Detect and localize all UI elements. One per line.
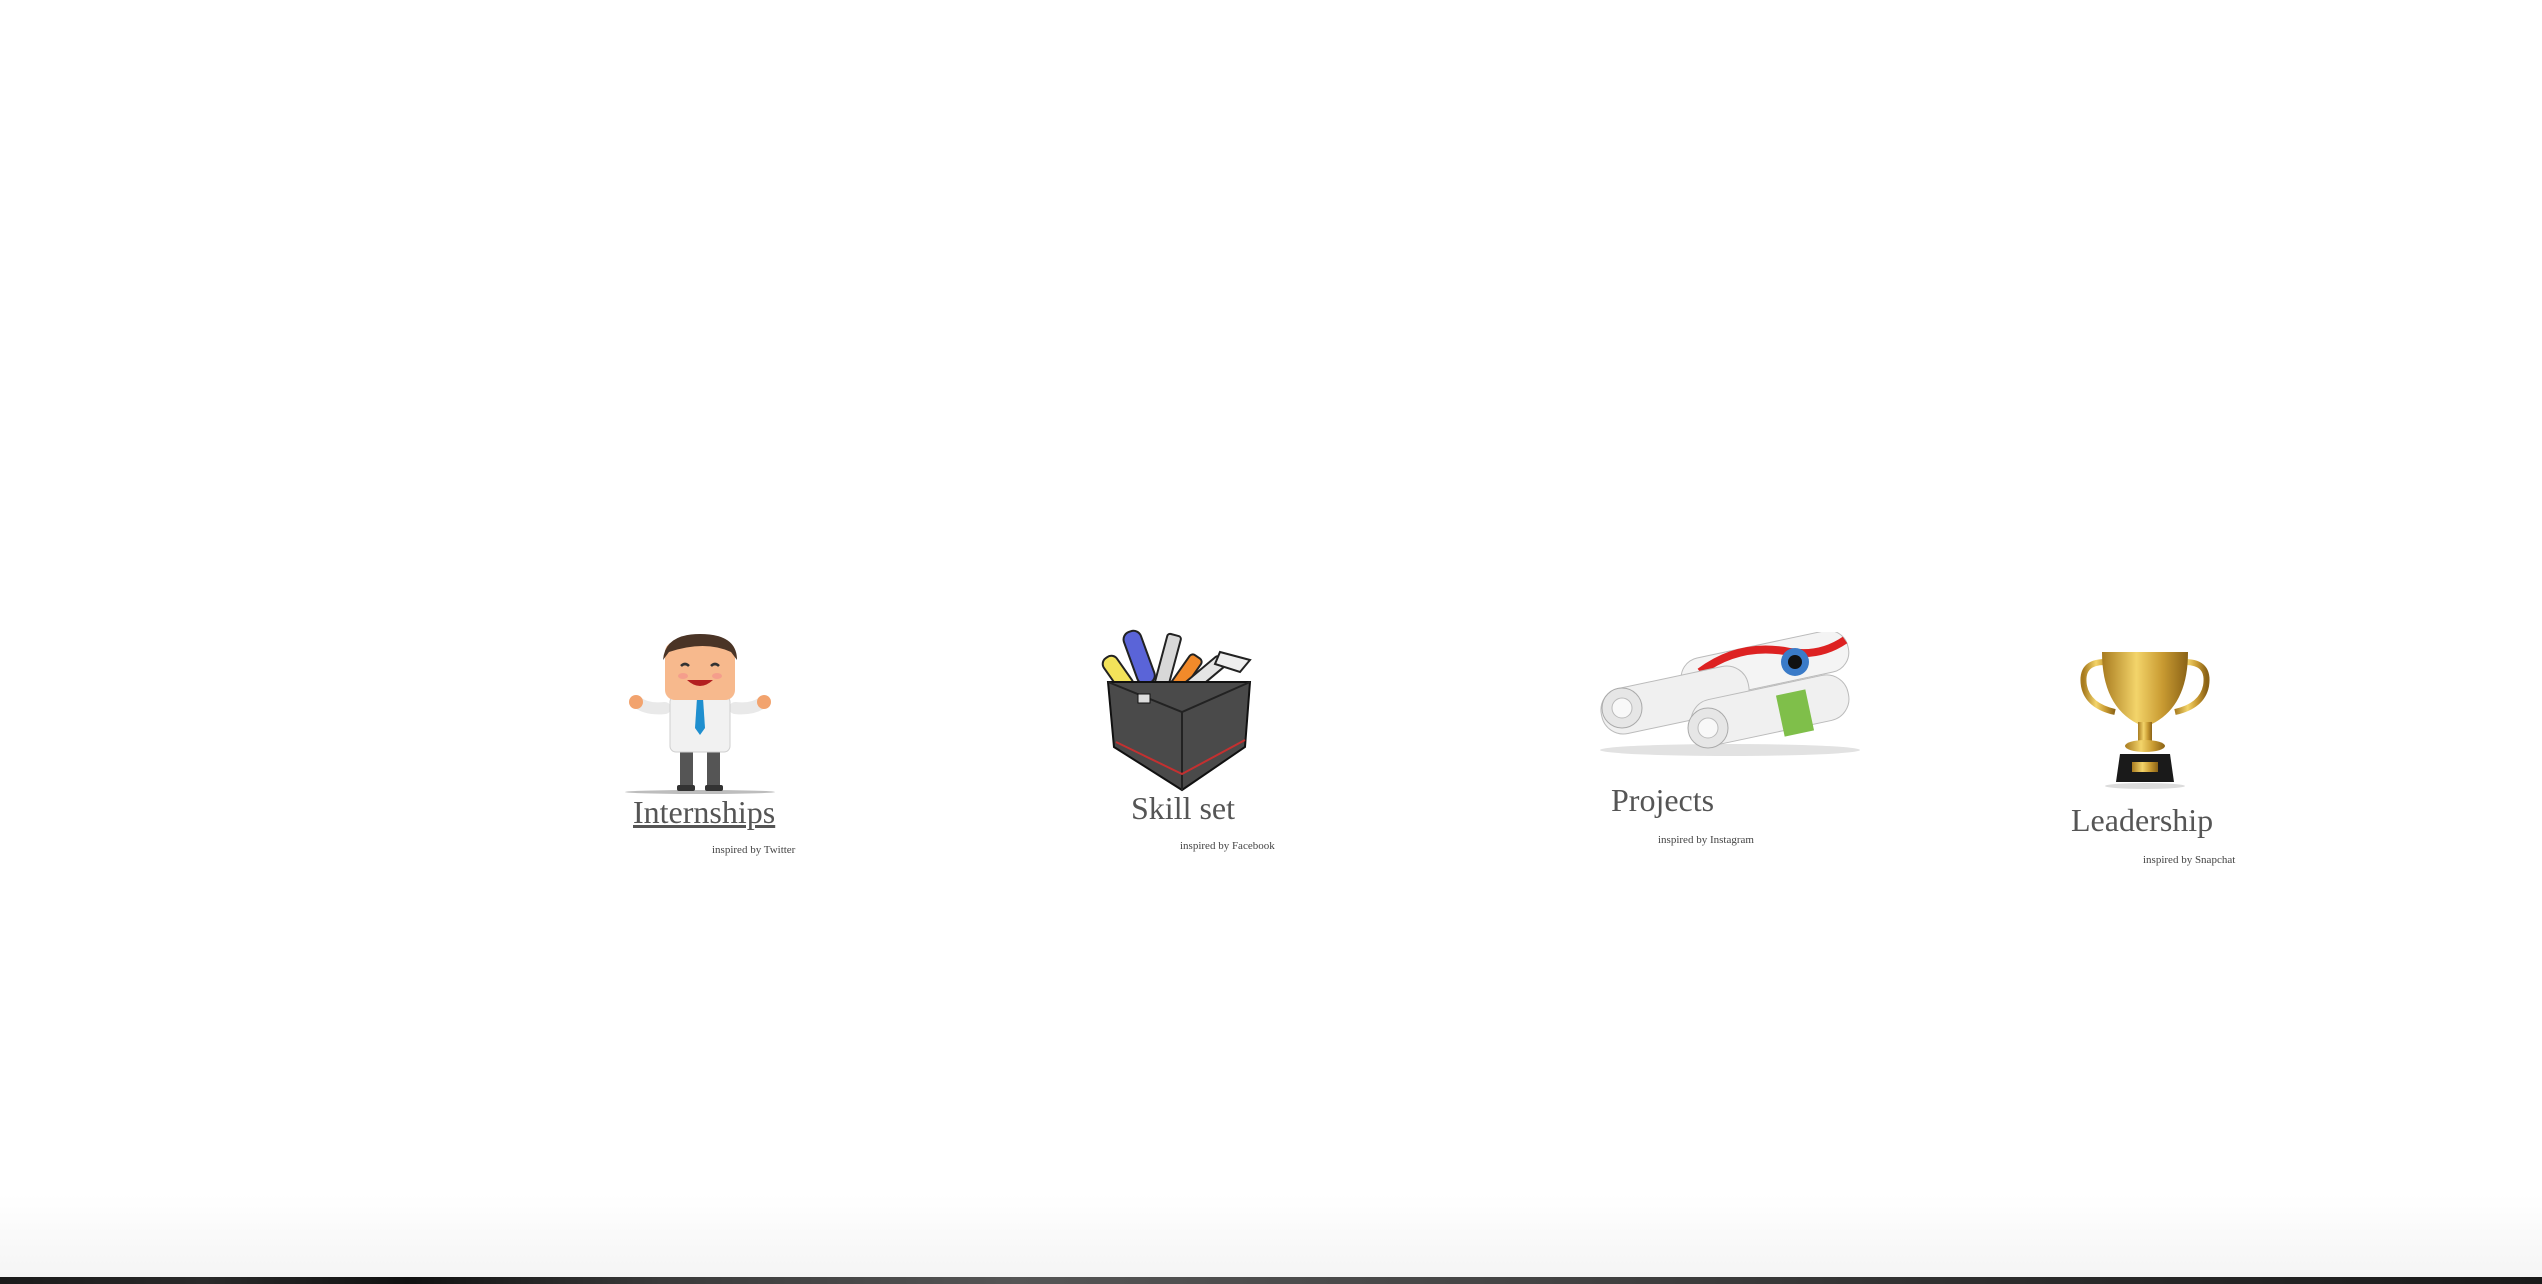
toolbox-icon (1101, 629, 1252, 792)
internships-title[interactable]: Internships (633, 794, 775, 831)
skill-set-card[interactable]: Skill set inspired by Facebook (1100, 622, 1300, 862)
skill-set-title: Skill set (1131, 790, 1236, 826)
projects-card[interactable]: Projects inspired by Instagram (1590, 632, 1870, 862)
leadership-title: Leadership (2071, 802, 2214, 838)
rolled-papers-icon (1600, 632, 1860, 756)
projects-subtitle: inspired by Instagram (1658, 834, 1754, 846)
internships-subtitle: inspired by Twitter (712, 844, 796, 856)
internships-card[interactable]: Internships inspired by Twitter (625, 630, 805, 870)
bottom-strip (0, 1277, 2542, 1284)
projects-title: Projects (1611, 782, 1715, 818)
businessman-icon (625, 634, 775, 794)
trophy-icon (2080, 652, 2210, 789)
leadership-subtitle: inspired by Snapchat (2143, 854, 2236, 866)
leadership-card[interactable]: Leadership inspired by Snapchat (2070, 646, 2270, 876)
skill-set-subtitle: inspired by Facebook (1180, 840, 1275, 852)
page: Internships inspired by Twitter Skill se… (0, 0, 2542, 1284)
